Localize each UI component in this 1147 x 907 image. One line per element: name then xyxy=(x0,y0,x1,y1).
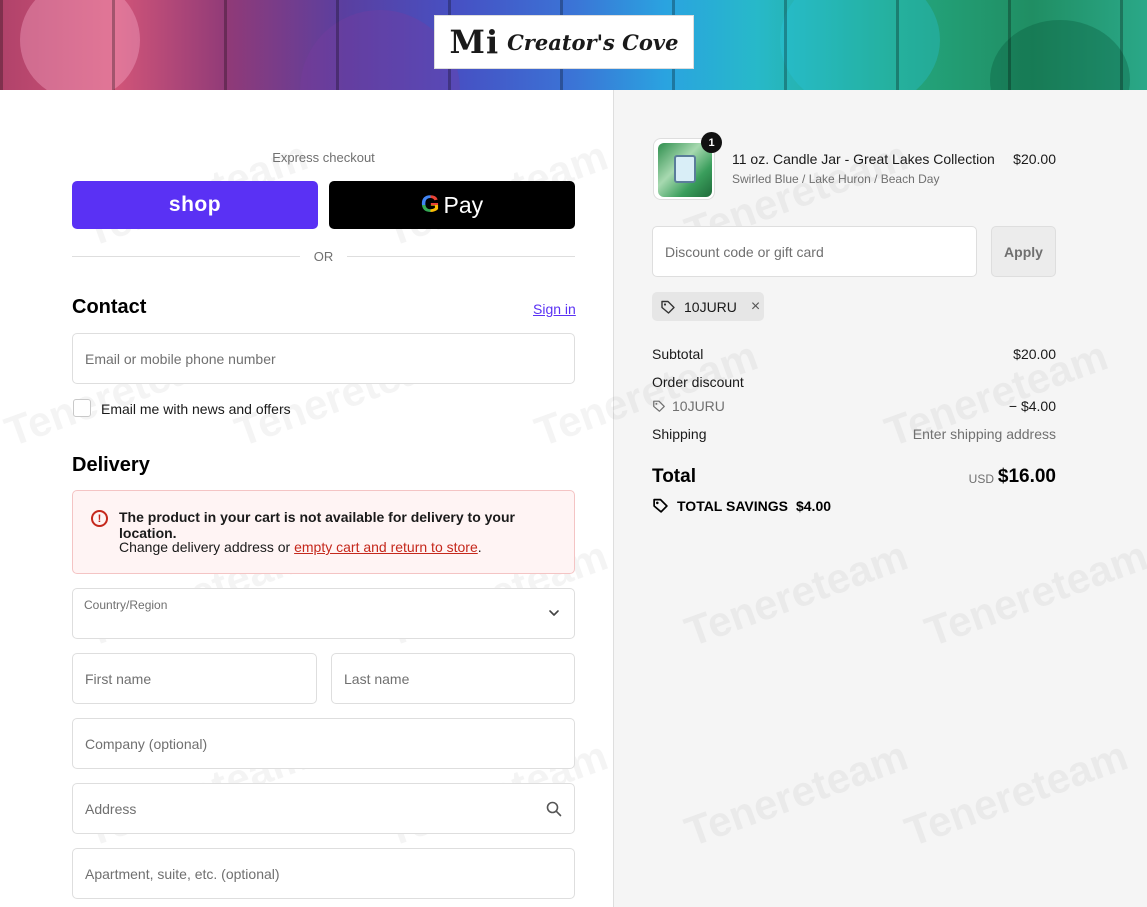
discount-code-row: 10JURU xyxy=(652,398,725,414)
contact-heading: Contact xyxy=(72,296,147,318)
discount-value: − $4.00 xyxy=(1008,398,1056,414)
search-icon[interactable] xyxy=(545,800,563,818)
alert-message-prefix: Change delivery address or xyxy=(119,539,295,555)
shipping-value: Enter shipping address xyxy=(912,426,1056,442)
apartment-placeholder: Apartment, suite, etc. (optional) xyxy=(85,865,280,882)
google-g-icon: G xyxy=(420,191,440,218)
express-checkout-label: Express checkout xyxy=(272,150,375,165)
country-label: Country/Region xyxy=(84,598,168,612)
or-divider-label: OR xyxy=(313,249,334,264)
last-name-field[interactable]: Last name xyxy=(331,653,575,704)
tag-icon xyxy=(661,300,675,314)
company-placeholder: Company (optional) xyxy=(85,735,208,752)
alert-message-suffix: . xyxy=(477,539,482,555)
address-placeholder: Address xyxy=(85,800,137,817)
discount-code-label: 10JURU xyxy=(672,398,725,414)
sign-in-link[interactable]: Sign in xyxy=(533,301,576,317)
error-icon: ! xyxy=(91,510,108,527)
newsletter-label: Email me with news and offers xyxy=(101,401,291,417)
divider xyxy=(72,256,300,257)
total-label: Total xyxy=(652,466,696,487)
country-select[interactable] xyxy=(72,588,575,639)
subtotal-label: Subtotal xyxy=(652,346,704,362)
candle-jar-image xyxy=(674,155,696,183)
discount-code-field[interactable]: Discount code or gift card xyxy=(652,226,977,277)
alert-message: Change delivery address or empty cart an… xyxy=(119,539,482,555)
first-name-placeholder: First name xyxy=(85,670,152,687)
savings-tag-icon xyxy=(653,498,668,513)
logo-sub-text: Creator's Cove xyxy=(507,29,679,55)
savings-value: $4.00 xyxy=(795,497,832,514)
alert-title: The product in your cart is not availabl… xyxy=(119,509,515,541)
total-currency: USD xyxy=(968,472,994,486)
product-variant: Swirled Blue / Lake Huron / Beach Day xyxy=(732,172,940,186)
shop-pay-label: shop xyxy=(168,193,222,216)
last-name-placeholder: Last name xyxy=(344,670,410,687)
google-pay-button[interactable]: G Pay xyxy=(329,181,575,229)
logo-main-text: Mi xyxy=(449,23,500,61)
empty-cart-link[interactable]: empty cart and return to store xyxy=(294,539,478,555)
discount-placeholder: Discount code or gift card xyxy=(665,243,824,260)
subtotal-value: $20.00 xyxy=(1013,346,1056,362)
email-placeholder: Email or mobile phone number xyxy=(85,350,276,367)
shop-pay-button[interactable]: shop xyxy=(72,181,318,229)
delivery-heading: Delivery xyxy=(72,454,150,476)
google-pay-label: Pay xyxy=(443,191,484,218)
first-name-field[interactable]: First name xyxy=(72,653,317,704)
header-banner: Mi Creator's Cove xyxy=(0,0,1147,90)
address-field[interactable]: Address xyxy=(72,783,575,834)
order-discount-label: Order discount xyxy=(652,374,744,390)
total-value: $16.00 xyxy=(997,466,1056,487)
quantity-badge: 1 xyxy=(701,132,722,153)
company-field[interactable]: Company (optional) xyxy=(72,718,575,769)
apply-discount-button[interactable]: Apply xyxy=(991,226,1056,277)
tag-icon xyxy=(653,400,665,412)
divider xyxy=(347,256,575,257)
shipping-label: Shipping xyxy=(652,426,707,442)
apartment-field[interactable]: Apartment, suite, etc. (optional) xyxy=(72,848,575,899)
applied-discount-tag: 10JURU × xyxy=(652,292,764,321)
applied-code: 10JURU xyxy=(684,298,737,315)
total-savings: TOTAL SAVINGS $4.00 xyxy=(652,497,831,514)
remove-discount-icon[interactable]: × xyxy=(751,298,760,316)
email-field[interactable]: Email or mobile phone number xyxy=(72,333,575,384)
chevron-down-icon xyxy=(549,610,559,616)
product-price: $20.00 xyxy=(1013,151,1056,167)
delivery-error-alert: ! The product in your cart is not availa… xyxy=(72,490,575,574)
product-name: 11 oz. Candle Jar - Great Lakes Collecti… xyxy=(732,151,995,167)
newsletter-checkbox[interactable] xyxy=(73,399,91,417)
store-logo[interactable]: Mi Creator's Cove xyxy=(434,15,694,69)
savings-label: TOTAL SAVINGS xyxy=(677,497,788,514)
